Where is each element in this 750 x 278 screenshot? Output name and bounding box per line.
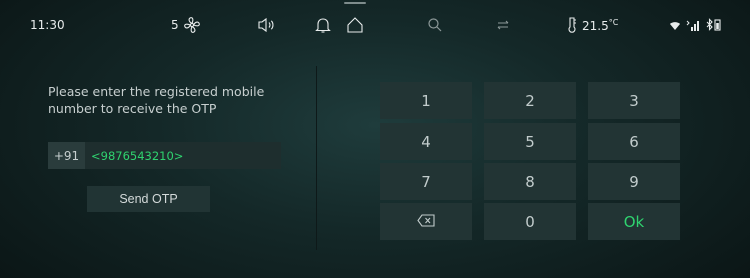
key-0[interactable]: 0 [484,203,576,240]
fan-level: 5 [171,18,179,32]
temperature-unit: °C [608,17,619,27]
backspace-key[interactable] [380,203,472,240]
signal-icon [686,0,700,50]
status-bar: 11:30 5 21.5°C [0,0,750,50]
phone-input[interactable]: <9876543210> [85,142,281,169]
bluetooth-icon [706,0,722,50]
backspace-icon [417,213,435,231]
clock: 11:30 [30,18,65,32]
fan-icon [183,16,201,34]
bell-icon[interactable] [315,0,331,50]
country-code[interactable]: +91 [48,142,85,169]
otp-screen: 11:30 5 21.5°C Please enter the register… [0,0,750,278]
key-7[interactable]: 7 [380,163,472,200]
temperature-value: 21.5 [582,18,609,33]
fan-control[interactable]: 5 [171,0,201,50]
wifi-icon [669,0,681,50]
volume-icon[interactable] [257,0,277,50]
key-9[interactable]: 9 [588,163,680,200]
otp-instruction: Please enter the registered mobile numbe… [48,84,265,116]
key-1[interactable]: 1 [380,82,472,119]
key-5[interactable]: 5 [484,123,576,160]
key-3[interactable]: 3 [588,82,680,119]
key-8[interactable]: 8 [484,163,576,200]
key-6[interactable]: 6 [588,123,680,160]
panel-divider [316,66,317,250]
search-icon[interactable] [427,0,443,50]
key-4[interactable]: 4 [380,123,472,160]
ok-key[interactable]: Ok [588,203,680,240]
send-otp-button[interactable]: Send OTP [87,186,210,212]
phone-number-field[interactable]: +91 <9876543210> [48,142,281,169]
key-2[interactable]: 2 [484,82,576,119]
home-icon[interactable] [346,0,364,50]
repeat-icon[interactable] [495,0,511,50]
temperature-control[interactable]: 21.5°C [567,0,618,50]
thermometer-icon [567,16,577,34]
